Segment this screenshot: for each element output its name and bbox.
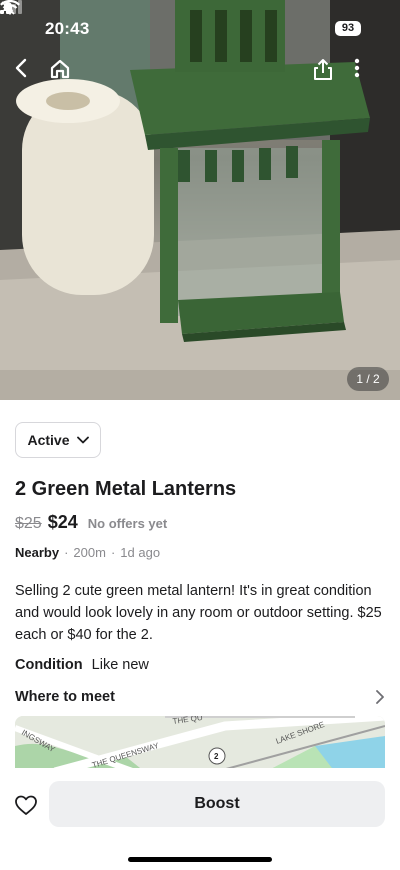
condition-value: Like new	[91, 657, 149, 673]
meeting-map[interactable]: INGSWAY THE QUEENSWAY THE QU LAKE SHORE …	[15, 716, 385, 772]
distance-label: 200m	[73, 545, 106, 560]
back-button[interactable]	[14, 58, 44, 88]
offers-status: No offers yet	[87, 516, 168, 531]
chevron-down-icon	[76, 436, 89, 444]
chevron-left-icon	[15, 58, 27, 78]
listing-status-dropdown[interactable]: Active	[15, 422, 101, 458]
condition-row: Condition Like new	[15, 657, 149, 673]
boost-button[interactable]: Boost	[49, 781, 385, 827]
more-options-button[interactable]	[354, 58, 384, 88]
chevron-right-icon	[376, 690, 384, 704]
meta-separator: ·	[64, 545, 69, 560]
price-row: $25 $24 No offers yet	[15, 512, 167, 533]
listing-description: Selling 2 cute green metal lantern! It's…	[15, 583, 382, 643]
heart-icon	[15, 795, 37, 815]
home-icon	[50, 59, 70, 79]
share-icon	[314, 59, 332, 80]
current-price: $24	[47, 512, 78, 532]
battery-indicator: 93	[335, 21, 361, 36]
home-button[interactable]	[49, 58, 79, 88]
share-button[interactable]	[312, 58, 342, 88]
listing-title: 2 Green Metal Lanterns	[15, 478, 237, 500]
status-time: 20:43	[45, 19, 90, 38]
more-vertical-icon	[354, 58, 360, 78]
save-favorite-button[interactable]	[11, 790, 41, 820]
listing-photo[interactable]: 20:43 93 1 / 2	[0, 0, 400, 400]
condition-label: Condition	[15, 657, 83, 673]
map-image: INGSWAY THE QUEENSWAY THE QU LAKE SHORE …	[15, 716, 385, 772]
listing-meta: Nearby · 200m · 1d ago	[15, 545, 160, 560]
location-label: Nearby	[15, 545, 60, 560]
where-to-meet-label: Where to meet	[15, 689, 115, 705]
wifi-icon	[0, 0, 20, 15]
photo-counter: 1 / 2	[347, 367, 389, 391]
home-indicator	[128, 857, 272, 862]
listing-status-label: Active	[27, 432, 70, 448]
meta-separator: ·	[110, 545, 116, 560]
map-route-number: 2	[214, 752, 219, 761]
original-price: $25	[15, 515, 42, 532]
where-to-meet-row[interactable]: Where to meet	[15, 686, 385, 708]
status-bar: 20:43 93	[0, 0, 400, 52]
posted-time: 1d ago	[120, 545, 161, 560]
bottom-action-bar: Boost	[0, 768, 400, 870]
